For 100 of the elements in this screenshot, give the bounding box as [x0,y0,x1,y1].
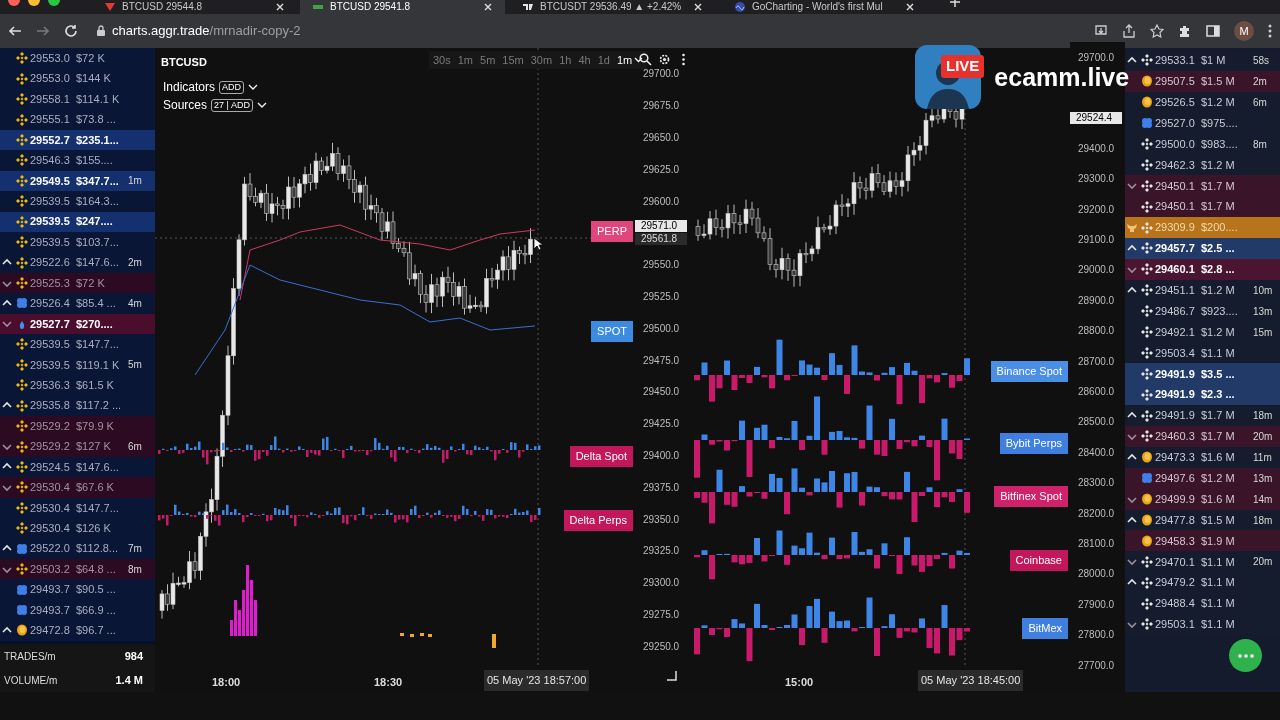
trade-price: 29479.2 [1155,575,1196,591]
browser-tab[interactable]: GoCharting - World's first Mul [722,0,927,14]
trade-price: 29535.8 [30,398,71,414]
stat-label: TRADES/m [4,649,56,664]
price-tick: 27700.0 [1078,658,1115,673]
trade-price: 29552.7 [30,132,71,148]
price-tick: 29625.0 [643,162,680,177]
trade-amount: $155.... [76,153,114,169]
trade-price: 29539.5 [30,214,71,230]
trade-price: 29524.5 [30,459,71,475]
trade-amount: $1.7 M [1201,408,1236,424]
timeframe-button[interactable]: 4h [578,51,591,69]
timeframe-button[interactable]: 1h [559,51,572,69]
price-tag: 29561.8 [635,233,687,246]
trade-amount: $147.6... [76,255,120,271]
browser-tab[interactable]: BTCUSDT 29536.49 ▲ +2.42% [510,0,715,14]
price-tick: 28200.0 [1078,506,1115,521]
trade-age: 11m [1253,450,1272,465]
trade-age: 20m [1253,429,1273,444]
panel-toggle[interactable]: Indicators ADD [163,78,259,96]
trade-amount: $147.7... [76,337,120,353]
trade-amount: $975.... [1201,115,1239,131]
browser-tab[interactable]: BTCUSD 29544.8 [92,0,297,14]
trade-amount: $1.2 M [1201,283,1236,298]
trade-price: 29539.5 [30,357,71,373]
series-label: PERP [591,221,633,242]
price-tick: 28400.0 [1078,445,1115,460]
trade-amount: $96.7 ... [76,623,117,639]
timeframe-button[interactable]: 5m [480,51,496,69]
trade-price: 29492.1 [1155,324,1196,340]
browser-tab[interactable]: BTCUSD 29541.8 [300,0,505,14]
price-tick: 29200.0 [1078,202,1115,217]
trade-amount: $983.... [1201,136,1239,152]
trade-age: 8m [128,562,142,577]
trade-price: 29457.7 [1155,241,1196,257]
timeframe-button[interactable]: 1m [457,51,474,69]
add-badge[interactable]: 27 | ADD [211,98,253,112]
trade-age: 5m [128,358,142,373]
trade-price: 29488.4 [1155,596,1196,612]
profile-avatar[interactable]: M [1234,21,1254,41]
trade-amount: $1.1 M [1201,617,1236,633]
price-tick: 29650.0 [643,131,680,145]
trade-price: 29309.9 [1155,220,1196,236]
trade-amount: $923.... [1201,303,1239,319]
trade-amount: $1 M [1201,53,1227,69]
trade-amount: $119.1 K [76,357,121,373]
trade-price: 29458.3 [1155,533,1196,549]
series-label: BitMex [1022,618,1068,639]
trade-amount: $85.4 ... [76,296,117,312]
add-badge[interactable]: ADD [219,80,245,94]
trade-amount: $103.7... [76,234,120,250]
trade-age: 2m [1253,74,1267,89]
trade-age: 4m [128,296,142,311]
url-text[interactable]: charts.aggr.trade/mrnadir-copy-2 [112,21,301,41]
timeframe-button[interactable]: 1d [597,51,610,69]
price-tick: 29000.0 [1078,263,1115,278]
timeframe-button[interactable]: 30s [433,51,451,69]
time-tick: 18:30 [374,675,403,690]
price-tag: 29571.0 [635,220,687,233]
trade-price: 29503.1 [1155,617,1196,633]
timeframe-button[interactable]: 1m [616,51,644,69]
trade-price: 29503.2 [30,561,71,577]
price-tick: 29500.0 [643,321,680,336]
price-tick: 29100.0 [1078,233,1115,248]
price-tick: 29525.0 [643,289,680,304]
trade-price: 29460.3 [1155,429,1196,445]
trade-price: 29462.3 [1155,157,1196,173]
price-tick: 28600.0 [1078,385,1115,399]
trade-amount: $2.5 ... [1201,241,1236,257]
price-tick: 29350.0 [643,512,680,527]
trade-age: 15m [1253,325,1273,340]
price-tick: 29600.0 [643,194,680,209]
trade-amount: $1.7 M [1201,429,1236,445]
series-label: Coinbase [1009,550,1068,571]
panel-toggle[interactable]: Sources 27 | ADD [163,96,267,114]
trade-price: 29472.8 [30,623,71,639]
timeframe-button[interactable]: 15m [502,51,524,69]
trade-amount: $147.7... [76,500,120,516]
price-tick: 29450.0 [643,385,680,400]
price-tick: 29300.0 [1078,172,1115,187]
live-badge: LIVE [941,55,985,78]
trade-price: 29470.1 [1155,554,1196,570]
trade-price: 29549.5 [30,173,71,189]
trade-amount: $1.7 M [1201,199,1236,215]
trade-age: 10m [1253,283,1273,298]
price-tag: 29524.4 [1070,111,1122,124]
timeframe-button[interactable]: 30m [530,51,553,69]
trade-amount: $1.1 M [1201,554,1236,570]
trade-price: 29533.1 [1155,53,1196,69]
trade-amount: $2.3 ... [1201,387,1236,403]
trade-amount: $1.1 M [1201,345,1236,361]
price-tick: 28900.0 [1078,293,1115,308]
trade-amount: $1.1 M [1201,575,1236,591]
price-tick: 29550.0 [643,258,680,273]
price-tick: 29400.0 [1078,141,1115,156]
price-tick: 28000.0 [1078,567,1115,582]
trade-amount: $1.2 M [1201,94,1236,110]
crosshair-time: 05 May '23 18:57:00 [484,670,590,691]
trade-amount: $1.2 M [1201,324,1236,340]
trade-price: 29493.7 [30,602,71,618]
